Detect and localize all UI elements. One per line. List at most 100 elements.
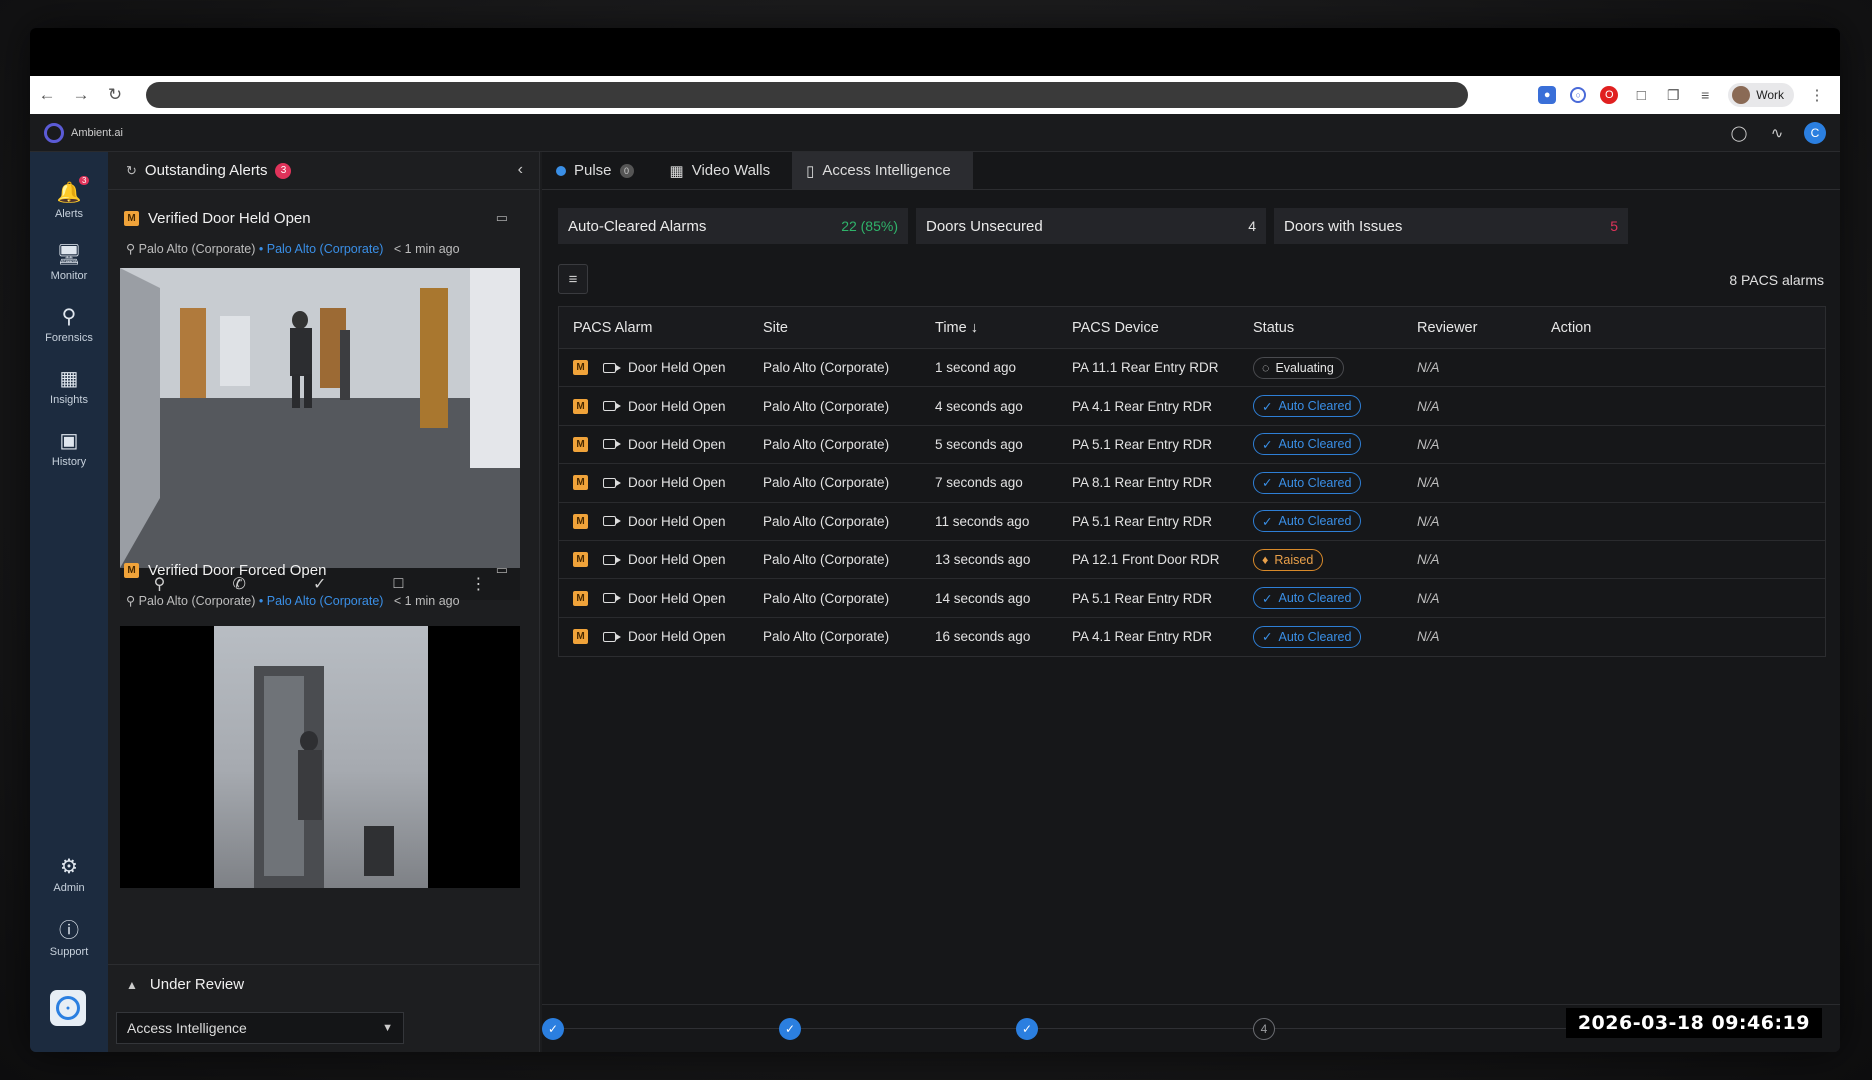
table-row[interactable]: M Door Held Open Palo Alto (Corporate) 13 s… bbox=[559, 541, 1825, 580]
camera-icon bbox=[603, 631, 621, 642]
check-circle-icon: ✓ bbox=[1262, 630, 1273, 645]
check-circle-icon: ✓ bbox=[1262, 591, 1273, 606]
stat-doors-with-issues: Doors with Issues 5 bbox=[1274, 208, 1628, 244]
col-header[interactable]: Status bbox=[1253, 320, 1294, 336]
sidebar-item-monitor[interactable]: 🖥 Monitor bbox=[30, 242, 108, 282]
alert-site-link[interactable]: Palo Alto (Corporate) bbox=[267, 242, 384, 256]
refresh-icon[interactable]: ↻ bbox=[126, 163, 137, 179]
sidebar-item-admin[interactable]: ⚙ Admin bbox=[30, 854, 108, 894]
severity-badge: M bbox=[573, 629, 588, 645]
camera-icon bbox=[603, 401, 621, 412]
reviewer-cell: N/A bbox=[1417, 629, 1440, 645]
tab-label: Access Intelligence bbox=[822, 162, 951, 179]
table-row[interactable]: M Door Held Open Palo Alto (Corporate) 14 s… bbox=[559, 579, 1825, 618]
password-manager-icon[interactable]: ○ bbox=[1570, 87, 1587, 103]
step-complete-icon[interactable]: ✓ bbox=[542, 1018, 564, 1040]
reviewer-cell: N/A bbox=[1417, 590, 1440, 606]
reload-icon[interactable]: ↻ bbox=[98, 85, 132, 105]
search-icon: ⚲ bbox=[61, 306, 77, 328]
status-badge[interactable]: ✓ Auto Cleared bbox=[1253, 587, 1362, 610]
status-badge[interactable]: ✓ Auto Cleared bbox=[1253, 625, 1362, 648]
table-row[interactable]: M Door Held Open Palo Alto (Corporate) 7 se… bbox=[559, 464, 1825, 503]
monitor-icon: 🖥 bbox=[56, 244, 82, 266]
table-row[interactable]: M Door Held Open Palo Alto (Corporate) 5 se… bbox=[559, 426, 1825, 465]
alarm-cell: M Door Held Open bbox=[573, 552, 726, 568]
pacs-alarms-table: PACS Alarm Site Time ↓ PACS Device Statu… bbox=[558, 306, 1826, 658]
sidebar-label: Forensics bbox=[45, 332, 93, 344]
bookmark-icon[interactable]: ▭ bbox=[496, 562, 508, 578]
camera-feed-image[interactable] bbox=[120, 268, 520, 568]
alert-card[interactable]: M Verified Door Held Open ▭ ⚲ Palo Alto … bbox=[120, 210, 524, 600]
sidebar-item-alerts[interactable]: 🔔 3 Alerts bbox=[30, 176, 108, 220]
alarm-name: Door Held Open bbox=[628, 629, 726, 645]
alert-site-link[interactable]: Palo Alto (Corporate) bbox=[267, 594, 384, 608]
back-icon[interactable]: ← bbox=[30, 85, 64, 105]
col-header[interactable]: Reviewer bbox=[1417, 320, 1477, 336]
step-current[interactable]: 4 bbox=[1253, 1018, 1275, 1040]
reviewer-cell: N/A bbox=[1417, 513, 1440, 529]
shield-status-icon[interactable]: ◯ bbox=[1728, 122, 1750, 144]
tab-video-walls[interactable]: ▦ Video Walls bbox=[656, 152, 793, 189]
puzzle-icon[interactable]: □ bbox=[1632, 86, 1650, 104]
col-header[interactable]: PACS Alarm bbox=[573, 320, 653, 336]
tab-access-intelligence[interactable]: ▯ Access Intelligence bbox=[792, 152, 973, 189]
workspace-select[interactable]: Access Intelligence ▼ bbox=[116, 1012, 404, 1044]
site-cell: Palo Alto (Corporate) bbox=[763, 475, 890, 491]
kebab-menu-icon[interactable]: ⋮ bbox=[1808, 86, 1826, 104]
table-row[interactable]: M Door Held Open Palo Alto (Corporate) 16 s… bbox=[559, 618, 1825, 656]
address-bar[interactable] bbox=[146, 82, 1468, 108]
progress-stepper: ✓ ✓ ✓ 4 2026-03-18 09:46:19 bbox=[542, 1004, 1840, 1052]
filter-button[interactable]: ≡ bbox=[558, 264, 588, 294]
sidebar-item-history[interactable]: ▣ History bbox=[30, 428, 108, 468]
table-row[interactable]: M Door Held Open Palo Alto (Corporate) 4 se… bbox=[559, 387, 1825, 426]
camera-icon bbox=[603, 439, 621, 450]
queue-icon[interactable]: ≡ bbox=[1696, 86, 1714, 104]
extension-icon[interactable]: ● bbox=[1538, 86, 1557, 104]
table-row[interactable]: M Door Held Open Palo Alto (Corporate) 11 s… bbox=[559, 503, 1825, 541]
status-label: Raised bbox=[1274, 552, 1314, 567]
col-header[interactable]: PACS Device bbox=[1072, 320, 1159, 336]
profile-chip[interactable]: Work bbox=[1728, 83, 1794, 107]
pulse-activity-icon[interactable]: ∿ bbox=[1766, 122, 1788, 144]
collapse-panel-icon[interactable]: ‹ bbox=[518, 161, 523, 179]
time-cell: 1 second ago bbox=[935, 360, 1017, 376]
site-cell: Palo Alto (Corporate) bbox=[763, 590, 890, 606]
status-badge[interactable]: ✓ Auto Cleared bbox=[1253, 395, 1362, 418]
step-complete-icon[interactable]: ✓ bbox=[779, 1018, 801, 1040]
window-icon[interactable]: ❐ bbox=[1664, 86, 1682, 104]
severity-badge: M bbox=[573, 475, 588, 491]
status-badge[interactable]: ✓ Auto Cleared bbox=[1253, 510, 1362, 533]
camera-feed-image[interactable] bbox=[120, 626, 520, 888]
tab-pulse[interactable]: Pulse 0 bbox=[542, 152, 656, 189]
severity-badge: M bbox=[573, 360, 588, 376]
alert-location: ⚲ Palo Alto (Corporate) • Palo Alto (Cor… bbox=[126, 594, 460, 608]
sidebar-item-insights[interactable]: ▦ Insights bbox=[30, 366, 108, 406]
col-header[interactable]: Action bbox=[1551, 320, 1591, 336]
alert-card[interactable]: M Verified Door Forced Open ▭ ⚲ Palo Alt… bbox=[120, 562, 524, 888]
status-label: Evaluating bbox=[1275, 360, 1334, 375]
col-header-time[interactable]: Time ↓ bbox=[935, 320, 978, 336]
status-badge[interactable]: ♦ Raised bbox=[1253, 548, 1324, 571]
status-badge[interactable]: ✓ Auto Cleared bbox=[1253, 433, 1362, 456]
under-review-section[interactable]: ▲ Under Review bbox=[108, 964, 539, 1004]
profile-avatar bbox=[1732, 86, 1751, 104]
user-avatar[interactable]: C bbox=[1804, 122, 1826, 144]
status-badge[interactable]: ✓ Auto Cleared bbox=[1253, 471, 1362, 494]
bookmark-icon[interactable]: ▭ bbox=[496, 210, 508, 226]
sidebar-item-support[interactable]: ⓘ Support bbox=[30, 914, 108, 958]
org-logo-tile[interactable]: ● bbox=[50, 990, 86, 1026]
stat-auto-cleared: Auto-Cleared Alarms 22 (85%) bbox=[558, 208, 908, 244]
opera-icon[interactable]: O bbox=[1600, 86, 1619, 104]
alarm-cell: M Door Held Open bbox=[573, 360, 726, 376]
check-circle-icon: ✓ bbox=[1262, 399, 1273, 414]
status-badge[interactable]: ◌ Evaluating bbox=[1253, 356, 1344, 379]
col-header[interactable]: Site bbox=[763, 320, 788, 336]
severity-badge: M bbox=[124, 563, 139, 578]
status-label: Auto Cleared bbox=[1278, 629, 1352, 644]
reviewer-cell: N/A bbox=[1417, 475, 1440, 491]
table-row[interactable]: M Door Held Open Palo Alto (Corporate) 1 se… bbox=[559, 349, 1825, 388]
site-cell: Palo Alto (Corporate) bbox=[763, 436, 890, 452]
forward-icon[interactable]: → bbox=[64, 85, 98, 105]
step-complete-icon[interactable]: ✓ bbox=[1016, 1018, 1038, 1040]
sidebar-item-forensics[interactable]: ⚲ Forensics bbox=[30, 304, 108, 344]
